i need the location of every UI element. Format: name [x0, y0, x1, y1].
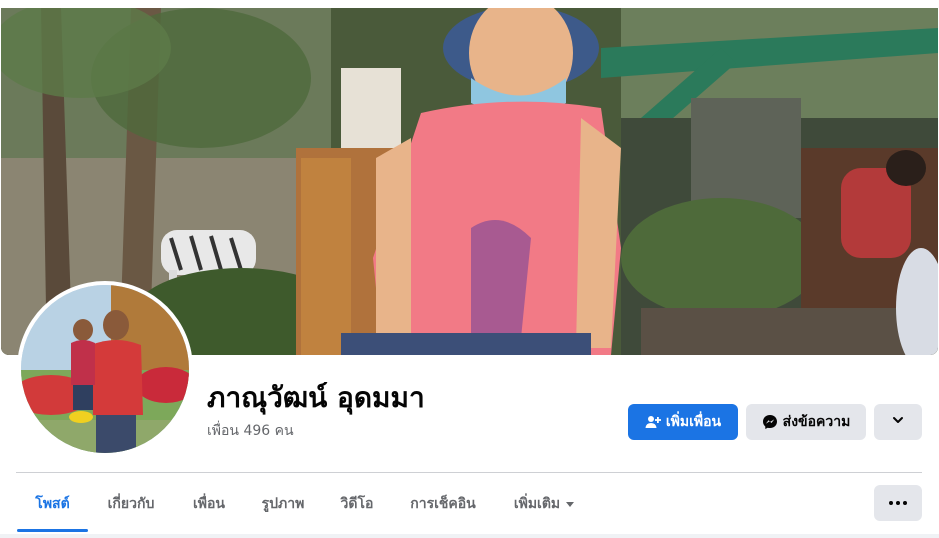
messenger-icon [762, 414, 778, 430]
tab-label: วิดีโอ [340, 496, 374, 512]
tab-videos[interactable]: วิดีโอ [330, 484, 384, 524]
profile-name: ภาณุวัฒน์ อุดมมา [207, 381, 425, 414]
tab-friends[interactable]: เพื่อน [180, 484, 238, 524]
tab-posts[interactable]: โพสต์ [17, 484, 88, 524]
profile-picture-frame[interactable] [17, 281, 193, 457]
tab-label: โพสต์ [35, 496, 70, 512]
active-tab-indicator [17, 529, 88, 532]
profile-picture[interactable] [21, 285, 189, 453]
message-button[interactable]: ส่งข้อความ [746, 404, 866, 440]
section-divider [16, 472, 922, 473]
tab-label: รูปภาพ [261, 496, 305, 512]
friend-count[interactable]: เพื่อน 496 คน [207, 420, 294, 442]
profile-picture-image [21, 285, 189, 453]
chevron-down-icon [891, 413, 905, 431]
tab-checkins[interactable]: การเช็คอิน [398, 484, 488, 524]
tab-more[interactable]: เพิ่มเติม [500, 484, 588, 524]
profile-options-button[interactable] [874, 404, 922, 440]
tab-label: การเช็คอิน [410, 496, 476, 512]
add-friend-label: เพิ่มเพื่อน [665, 414, 722, 430]
more-options-icon [889, 501, 907, 505]
page-background-strip [0, 534, 939, 538]
tab-label: เพิ่มเติม [513, 496, 561, 512]
caret-down-icon [566, 501, 575, 507]
add-friend-button[interactable]: เพิ่มเพื่อน [628, 404, 738, 440]
tab-label: เกี่ยวกับ [107, 496, 155, 512]
tab-photos[interactable]: รูปภาพ [248, 484, 318, 524]
tab-options-button[interactable] [874, 485, 922, 521]
add-friend-icon [645, 414, 661, 430]
message-label: ส่งข้อความ [782, 414, 851, 430]
tab-label: เพื่อน [193, 496, 225, 512]
tab-about[interactable]: เกี่ยวกับ [95, 484, 167, 524]
